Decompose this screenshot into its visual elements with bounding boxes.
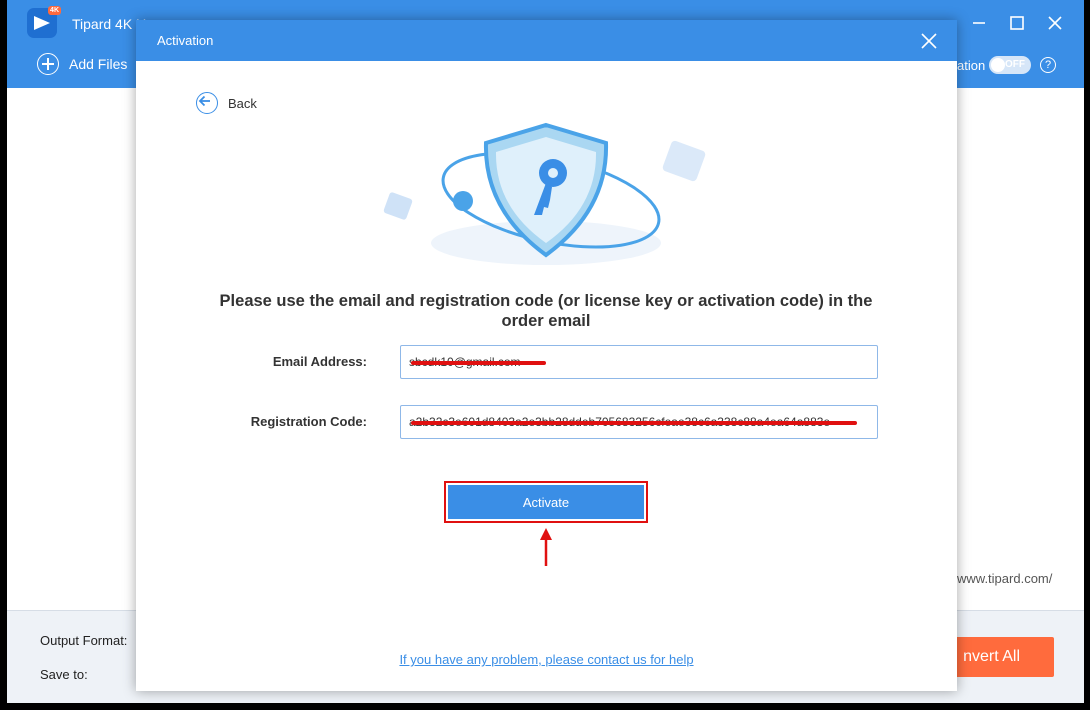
email-field[interactable]: sbcdk10@gmail.com [400, 345, 878, 379]
add-files-button[interactable]: Add Files [37, 53, 127, 75]
dialog-header: Activation [136, 20, 957, 61]
instruction-line-1: Please use the email and registration co… [219, 292, 873, 310]
redaction-mark [411, 421, 857, 425]
back-button[interactable]: Back [196, 92, 257, 114]
back-arrow-icon [196, 92, 218, 114]
redaction-mark [411, 361, 546, 365]
instruction-heading: Please use the email and registration co… [186, 291, 906, 331]
close-button[interactable] [1046, 14, 1064, 32]
help-link[interactable]: If you have any problem, please contact … [136, 652, 957, 667]
dialog-close-button[interactable] [919, 31, 939, 51]
maximize-icon [1010, 16, 1024, 30]
toggle-label: OFF [1005, 59, 1025, 70]
pointer-arrow-icon [540, 528, 552, 566]
output-format-label: Output Format: [40, 633, 128, 648]
window-controls [970, 14, 1064, 32]
instruction-line-2: order email [501, 312, 591, 330]
watermark-url: www.tipard.com/ [957, 571, 1053, 586]
maximize-button[interactable] [1008, 14, 1026, 32]
activation-dialog: Activation Back Please use the email and… [136, 20, 957, 691]
app-logo-icon: 4K [27, 6, 61, 38]
close-icon [921, 33, 937, 49]
add-files-label: Add Files [69, 56, 128, 72]
convert-all-button[interactable]: nvert All [947, 637, 1054, 677]
security-shield-illustration [383, 122, 706, 265]
activate-button[interactable]: Activate [448, 485, 644, 519]
email-label: Email Address: [272, 354, 367, 369]
save-to-label: Save to: [40, 667, 88, 682]
toggle-knob [991, 58, 1005, 72]
minimize-icon [973, 22, 985, 24]
add-icon [37, 53, 59, 75]
activate-highlight: Activate [444, 481, 648, 523]
dialog-title: Activation [157, 33, 214, 48]
acceleration-toggle[interactable]: OFF [989, 56, 1031, 74]
minimize-button[interactable] [970, 14, 988, 32]
registration-code-field[interactable]: a2b32c3e601d8403a2e3bb28ddeb705683256cfe… [400, 405, 878, 439]
help-icon[interactable]: ? [1040, 57, 1056, 73]
acceleration-label: ation [957, 58, 986, 73]
close-icon [1048, 16, 1062, 30]
registration-code-label: Registration Code: [250, 414, 367, 429]
back-label: Back [228, 95, 257, 111]
